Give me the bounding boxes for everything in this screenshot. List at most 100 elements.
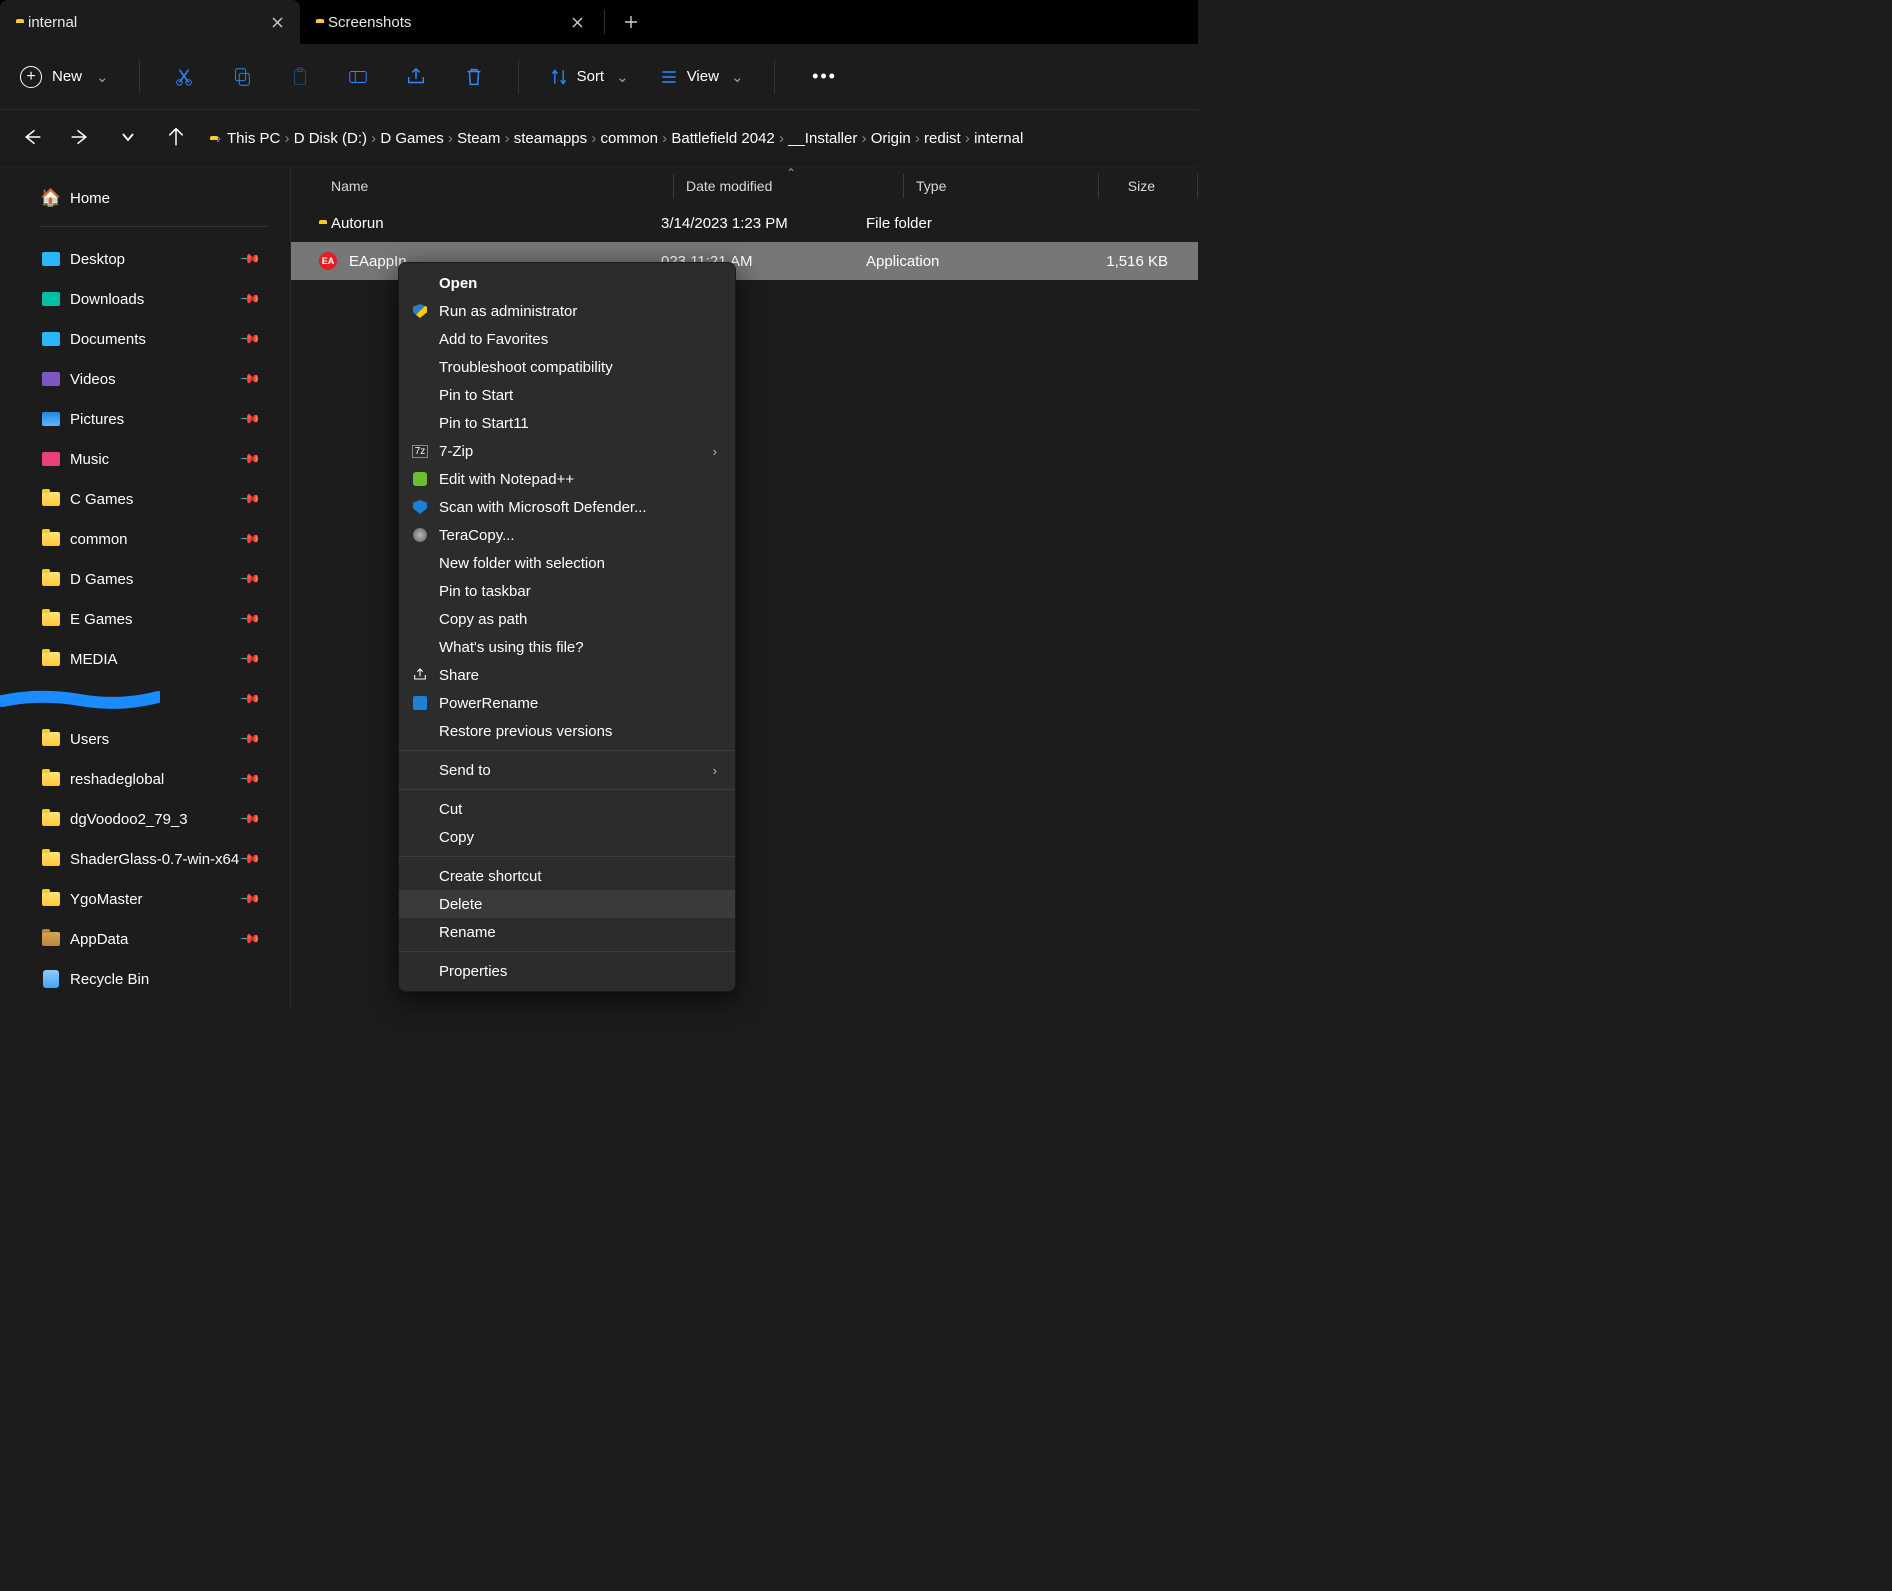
context-menu-item[interactable]: Rename	[399, 918, 735, 946]
context-menu-item[interactable]: Delete	[399, 890, 735, 918]
sidebar-item[interactable]: Documents📌	[0, 319, 280, 359]
breadcrumb-segment[interactable]: Origin	[871, 130, 911, 147]
sidebar-item[interactable]: Pictures📌	[0, 399, 280, 439]
plus-icon: +	[20, 66, 42, 88]
breadcrumb-segment[interactable]: This PC	[227, 130, 280, 147]
close-icon[interactable]	[270, 15, 284, 29]
sidebar-item[interactable]: Users📌	[0, 719, 280, 759]
sidebar-item[interactable]: MEDIA📌	[0, 639, 280, 679]
context-menu-item[interactable]: TeraCopy...	[399, 521, 735, 549]
file-row[interactable]: Autorun3/14/2023 1:23 PMFile folder	[291, 204, 1198, 242]
pin-icon: 📌	[239, 408, 262, 431]
sidebar-item[interactable]: ShaderGlass-0.7-win-x64📌	[0, 839, 280, 879]
breadcrumb-segment[interactable]: D Games	[380, 130, 443, 147]
context-menu-item[interactable]: Create shortcut	[399, 862, 735, 890]
folder-icon	[42, 532, 60, 546]
context-menu-item[interactable]: Scan with Microsoft Defender...	[399, 493, 735, 521]
tab-internal[interactable]: internal	[0, 0, 300, 44]
context-menu-item[interactable]: PowerRename	[399, 689, 735, 717]
sidebar-item-home[interactable]: 🏠 Home	[0, 178, 280, 218]
share-button[interactable]	[402, 57, 430, 97]
context-menu-item[interactable]: Copy as path	[399, 605, 735, 633]
folder-icon	[42, 652, 60, 666]
context-menu-item[interactable]: Pin to Start	[399, 381, 735, 409]
sort-button[interactable]: Sort ⌄	[549, 57, 629, 97]
new-tab-button[interactable]	[609, 0, 653, 44]
breadcrumb-segment[interactable]: steamapps	[514, 130, 587, 147]
sidebar-item[interactable]: C Games📌	[0, 479, 280, 519]
context-menu-item[interactable]: Send to›	[399, 756, 735, 784]
sidebar-item[interactable]: Music📌	[0, 439, 280, 479]
sidebar-item[interactable]: E Games📌	[0, 599, 280, 639]
pin-icon: 📌	[239, 448, 262, 471]
context-menu-item[interactable]: Run as administrator	[399, 297, 735, 325]
address-bar: › This PC › D Disk (D:) › D Games › Stea…	[0, 110, 1198, 168]
view-button[interactable]: View ⌄	[659, 57, 744, 97]
column-size[interactable]: Size	[1111, 178, 1185, 194]
navigation-pane[interactable]: 🏠 Home Desktop📌Downloads📌Documents📌Video…	[0, 168, 290, 1008]
chevron-right-icon: ›	[857, 130, 870, 147]
context-menu-item[interactable]: Troubleshoot compatibility	[399, 353, 735, 381]
tab-screenshots[interactable]: Screenshots	[300, 0, 600, 44]
context-menu-item[interactable]: Copy	[399, 823, 735, 851]
folder-icon	[42, 572, 60, 586]
context-menu-item[interactable]: New folder with selection	[399, 549, 735, 577]
paste-button[interactable]	[286, 57, 314, 97]
context-menu-item[interactable]: Add to Favorites	[399, 325, 735, 353]
cut-button[interactable]	[170, 57, 198, 97]
rename-button[interactable]	[344, 57, 372, 97]
new-button[interactable]: + New ⌄	[20, 57, 109, 97]
chevron-right-icon: ›	[713, 444, 717, 459]
breadcrumb-segment[interactable]: Steam	[457, 130, 500, 147]
sidebar-item[interactable]: Downloads📌	[0, 279, 280, 319]
folder-icon	[42, 892, 60, 906]
close-icon[interactable]	[570, 15, 584, 29]
sidebar-item[interactable]: 📌	[0, 679, 280, 719]
sidebar-item-label: reshadeglobal	[70, 771, 164, 788]
context-menu-item[interactable]: Properties	[399, 957, 735, 985]
context-menu-item[interactable]: What's using this file?	[399, 633, 735, 661]
context-menu-item[interactable]: Restore previous versions	[399, 717, 735, 745]
pin-icon: 📌	[239, 368, 262, 391]
sidebar-item-label: MEDIA	[70, 651, 118, 668]
sidebar-item[interactable]: reshadeglobal📌	[0, 759, 280, 799]
breadcrumb[interactable]: › This PC › D Disk (D:) › D Games › Stea…	[210, 130, 1180, 147]
breadcrumb-segment[interactable]: internal	[974, 130, 1023, 147]
home-icon: 🏠	[42, 188, 60, 208]
sidebar-item[interactable]: AppData📌	[0, 919, 280, 959]
context-menu-label: Scan with Microsoft Defender...	[439, 499, 647, 516]
more-button[interactable]: •••	[805, 57, 845, 97]
copy-button[interactable]	[228, 57, 256, 97]
up-button[interactable]	[162, 127, 190, 151]
file-date: 3/14/2023 1:23 PM	[661, 215, 866, 232]
context-menu-item[interactable]: Share	[399, 661, 735, 689]
chevron-right-icon: ›	[658, 130, 671, 147]
breadcrumb-segment[interactable]: common	[600, 130, 658, 147]
breadcrumb-segment[interactable]: D Disk (D:)	[294, 130, 367, 147]
context-menu-item[interactable]: Cut	[399, 795, 735, 823]
sidebar-item[interactable]: Desktop📌	[0, 239, 280, 279]
context-menu-label: Add to Favorites	[439, 331, 548, 348]
back-button[interactable]	[18, 127, 46, 151]
breadcrumb-segment[interactable]: redist	[924, 130, 961, 147]
column-name[interactable]: Name	[291, 178, 661, 194]
sidebar-item[interactable]: common📌	[0, 519, 280, 559]
sidebar-item[interactable]: D Games📌	[0, 559, 280, 599]
delete-button[interactable]	[460, 57, 488, 97]
context-menu-item[interactable]: Edit with Notepad++	[399, 465, 735, 493]
context-menu-item[interactable]: Open	[399, 269, 735, 297]
sidebar-item[interactable]: Videos📌	[0, 359, 280, 399]
context-menu-item[interactable]: Pin to Start11	[399, 409, 735, 437]
sidebar-item-label: Users	[70, 731, 109, 748]
sidebar-item[interactable]: YgoMaster📌	[0, 879, 280, 919]
sidebar-item[interactable]: dgVoodoo2_79_3📌	[0, 799, 280, 839]
recent-locations-button[interactable]	[114, 130, 142, 148]
sidebar-item-label: D Games	[70, 571, 133, 588]
context-menu-item[interactable]: 7z7-Zip›	[399, 437, 735, 465]
context-menu-item[interactable]: Pin to taskbar	[399, 577, 735, 605]
breadcrumb-segment[interactable]: __Installer	[788, 130, 857, 147]
forward-button[interactable]	[66, 127, 94, 151]
breadcrumb-segment[interactable]: Battlefield 2042	[671, 130, 774, 147]
column-type[interactable]: Type	[916, 178, 1086, 194]
sidebar-item[interactable]: Recycle Bin	[0, 959, 280, 999]
